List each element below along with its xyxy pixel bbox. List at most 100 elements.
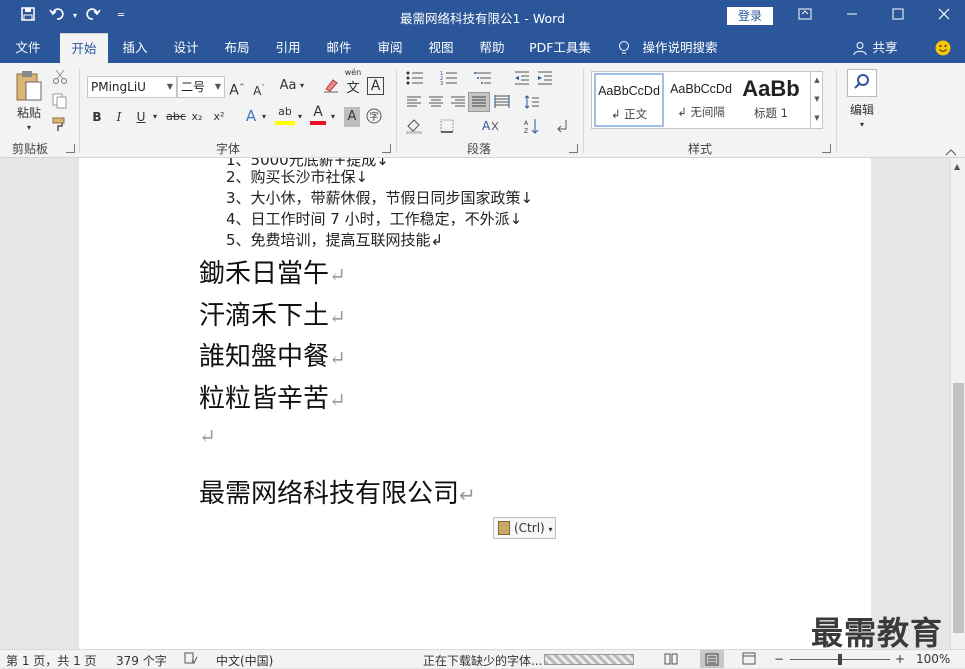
maximize-icon[interactable] (883, 4, 913, 28)
word-count[interactable]: 379 个字 (116, 652, 167, 669)
smiley-feedback-icon[interactable] (933, 33, 953, 63)
style-normal[interactable]: AaBbCcDd ↲ 正文 (594, 73, 664, 127)
editing-dropdown-icon[interactable]: ▾ (855, 115, 869, 135)
zoom-level[interactable]: 100% (916, 652, 950, 666)
align-right-icon[interactable] (450, 96, 466, 111)
lightbulb-icon (614, 33, 634, 63)
grow-font-icon[interactable]: A^ (229, 77, 245, 99)
share-button[interactable]: 共享 (870, 33, 900, 63)
scroll-down-icon[interactable]: ▼ (811, 90, 823, 109)
cut-icon[interactable] (52, 69, 68, 88)
bold-button[interactable]: B (90, 107, 104, 127)
poem-line: 鋤禾日當午↵ (199, 253, 346, 290)
language-indicator[interactable]: 中文(中国) (216, 652, 273, 669)
justify-icon[interactable] (468, 92, 490, 112)
close-icon[interactable] (929, 4, 959, 28)
proofing-icon[interactable] (184, 652, 198, 668)
bullets-icon[interactable] (406, 71, 424, 88)
phonetic-guide-icon[interactable]: 文 (344, 79, 362, 99)
find-icon[interactable] (847, 69, 877, 97)
styles-launcher-icon[interactable] (822, 144, 831, 153)
document-page[interactable]: 1、5000元底薪+提成↓ 2、购买长沙市社保↓ 3、大小休，带薪休假，节假日同… (79, 158, 871, 649)
increase-indent-icon[interactable] (537, 71, 553, 88)
separator (836, 69, 837, 153)
enclose-characters-icon[interactable]: 字 (366, 108, 382, 127)
clear-formatting-icon[interactable] (323, 77, 339, 96)
minimize-icon[interactable] (837, 4, 867, 28)
list-item: 2、购买长沙市社保↓ (226, 168, 369, 186)
tab-home[interactable]: 开始 (60, 33, 108, 64)
show-marks-icon[interactable] (556, 119, 568, 136)
style-name: ↲ 无间隔 (677, 105, 725, 119)
distributed-icon[interactable] (494, 95, 510, 112)
font-color-dropdown-icon[interactable]: ▾ (328, 107, 338, 127)
multilevel-list-icon[interactable] (474, 71, 492, 88)
more-styles-icon[interactable]: ▼ (811, 109, 823, 128)
change-case-dropdown-icon[interactable]: ▾ (297, 76, 307, 96)
align-center-icon[interactable] (428, 96, 444, 111)
read-mode-icon[interactable] (664, 652, 678, 668)
font-size-combo[interactable]: 二号 ▼ (177, 76, 225, 98)
chinese-layout-icon[interactable]: A (482, 118, 500, 137)
zoom-out-button[interactable]: − (774, 652, 784, 666)
decrease-indent-icon[interactable] (514, 71, 530, 88)
borders-icon[interactable] (440, 119, 454, 136)
style-heading-1[interactable]: AaBb 标题 1 (740, 73, 802, 127)
font-launcher-icon[interactable] (382, 144, 391, 153)
underline-button[interactable]: U (134, 107, 148, 127)
tab-file[interactable]: 文件 (8, 33, 48, 63)
zoom-slider-thumb[interactable] (838, 654, 842, 665)
scroll-up-icon[interactable]: ▲ (811, 71, 823, 90)
collapse-ribbon-icon[interactable] (945, 145, 957, 159)
tab-review[interactable]: 审阅 (370, 33, 410, 63)
web-layout-icon[interactable] (742, 652, 756, 668)
character-shading-icon[interactable]: A (344, 107, 360, 127)
tab-design[interactable]: 设计 (166, 33, 206, 63)
tab-mailings[interactable]: 邮件 (319, 33, 359, 63)
font-name-value: PMingLiU (91, 80, 146, 94)
styles-scroll[interactable]: ▲ ▼ ▼ (810, 71, 823, 129)
paragraph-launcher-icon[interactable] (569, 144, 578, 153)
tab-help[interactable]: 帮助 (472, 33, 512, 63)
change-case-icon[interactable]: Aa (279, 76, 297, 96)
tab-layout[interactable]: 布局 (217, 33, 257, 63)
format-painter-icon[interactable] (52, 116, 68, 135)
paste-options-button[interactable]: (Ctrl) ▾ (493, 517, 556, 539)
tab-view[interactable]: 视图 (421, 33, 461, 63)
scrollbar-thumb[interactable] (953, 383, 964, 633)
tab-insert[interactable]: 插入 (115, 33, 155, 63)
shading-icon[interactable] (406, 118, 422, 137)
line-spacing-icon[interactable] (524, 95, 540, 112)
page-count[interactable]: 第 1 页，共 1 页 (6, 652, 97, 669)
clipboard-launcher-icon[interactable] (66, 144, 75, 153)
subscript-button[interactable]: x₂ (189, 107, 205, 127)
scroll-up-icon[interactable]: ▲ (954, 162, 960, 171)
tab-references[interactable]: 引用 (268, 33, 308, 63)
italic-button[interactable]: I (112, 107, 126, 127)
strikethrough-button[interactable]: abc (166, 107, 186, 127)
login-button[interactable]: 登录 (727, 7, 773, 25)
vertical-scrollbar[interactable]: ▲ (950, 158, 965, 649)
ribbon-display-options-icon[interactable] (790, 4, 820, 28)
highlight-icon[interactable]: ab (275, 105, 295, 125)
paste-dropdown-icon[interactable]: ▾ (22, 118, 36, 138)
text-effects-dropdown-icon[interactable]: ▾ (259, 107, 269, 127)
copy-icon[interactable] (52, 93, 68, 112)
print-layout-icon[interactable] (700, 650, 724, 668)
character-border-icon[interactable]: A (367, 77, 384, 95)
align-left-icon[interactable] (406, 96, 422, 111)
shrink-font-icon[interactable]: Aˇ (251, 78, 267, 98)
numbering-icon[interactable]: 123 (440, 71, 458, 88)
text-effects-icon[interactable]: A (243, 106, 259, 126)
style-no-spacing[interactable]: AaBbCcDd ↲ 无间隔 (666, 73, 736, 127)
tab-pdf-tools[interactable]: PDF工具集 (525, 33, 595, 63)
sort-icon[interactable]: AZ (524, 118, 540, 137)
zoom-in-button[interactable]: + (895, 652, 905, 666)
underline-dropdown-icon[interactable]: ▾ (150, 107, 160, 127)
font-name-combo[interactable]: PMingLiU ▼ (87, 76, 177, 98)
font-color-icon[interactable]: A (310, 105, 326, 125)
highlight-dropdown-icon[interactable]: ▾ (295, 107, 305, 127)
paste-icon[interactable] (14, 70, 44, 105)
tell-me-search[interactable]: 操作说明搜索 (640, 33, 720, 63)
superscript-button[interactable]: x² (211, 107, 227, 127)
